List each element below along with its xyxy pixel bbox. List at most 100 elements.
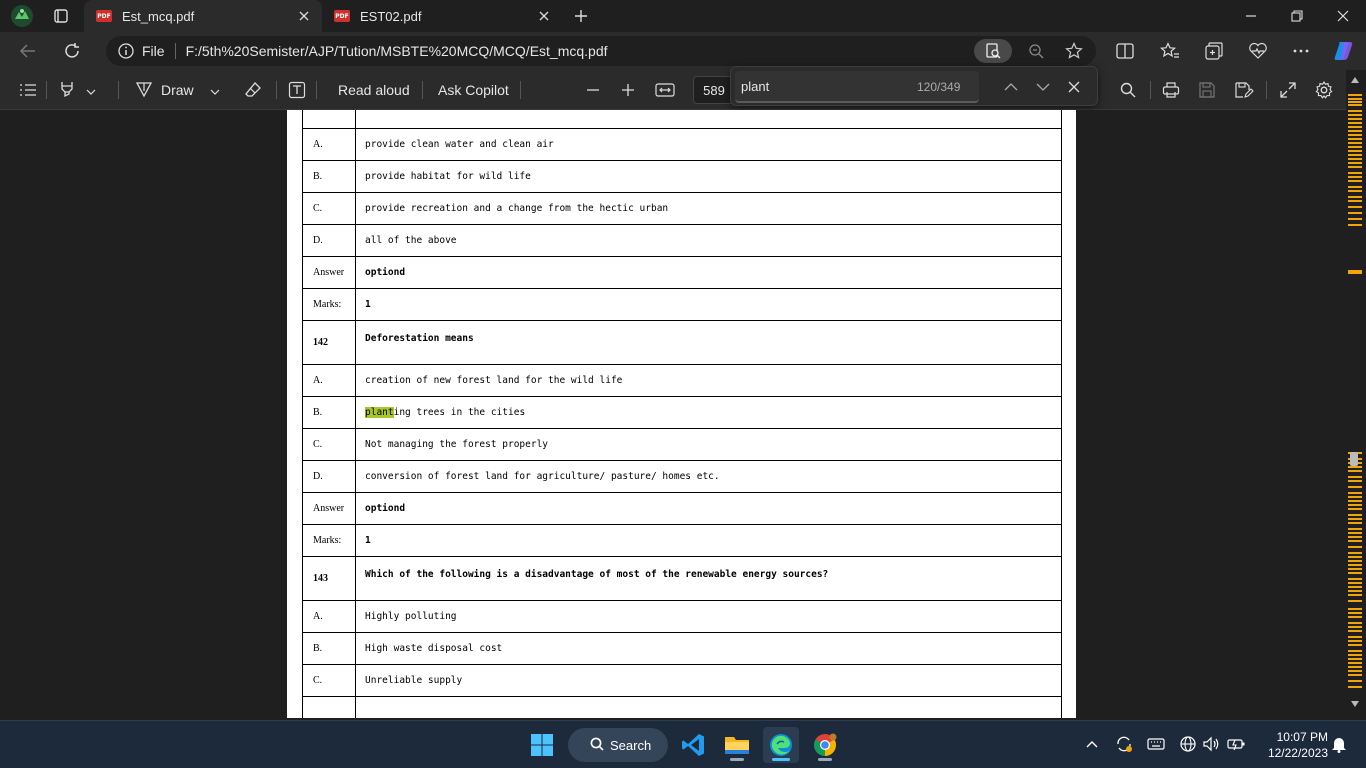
search-match-marker <box>1348 536 1362 538</box>
collections-icon[interactable] <box>1200 38 1228 64</box>
close-tab-icon[interactable] <box>536 8 552 24</box>
ask-copilot-button[interactable]: Ask Copilot <box>438 78 509 102</box>
network-globe-icon[interactable] <box>1177 733 1199 755</box>
search-match-marker <box>1348 680 1362 682</box>
keyboard-icon[interactable] <box>1145 733 1167 755</box>
divider <box>276 81 277 99</box>
title-bar: PDF Est_mcq.pdf PDF EST02.pdf <box>0 0 1366 32</box>
volume-icon[interactable] <box>1200 733 1222 755</box>
save-as-icon[interactable] <box>1234 78 1254 102</box>
draw-button[interactable]: Draw <box>135 78 220 102</box>
option-row <box>302 696 1062 718</box>
close-tab-icon[interactable] <box>296 8 312 24</box>
row-text: Not managing the forest properly <box>355 428 1062 461</box>
battery-icon[interactable] <box>1225 733 1247 755</box>
back-arrow-icon[interactable] <box>14 38 42 64</box>
fit-to-width-icon[interactable] <box>655 78 675 102</box>
search-match-marker <box>1348 594 1362 596</box>
zoom-icon[interactable] <box>1024 39 1048 63</box>
more-options-icon[interactable] <box>1287 38 1315 64</box>
show-hidden-icons-chevron-icon[interactable] <box>1081 733 1103 755</box>
system-clock[interactable]: 10:07 PM 12/22/2023 <box>1256 729 1328 761</box>
browser-essentials-icon[interactable] <box>1244 38 1272 64</box>
scroll-down-arrow-icon[interactable] <box>1349 698 1361 710</box>
scroll-up-arrow-icon[interactable] <box>1349 74 1361 86</box>
new-tab-icon[interactable] <box>570 5 592 27</box>
row-text: 1 <box>355 524 1062 557</box>
scrollbar-thumb[interactable] <box>1350 452 1358 466</box>
refresh-icon[interactable] <box>58 38 86 64</box>
search-icon[interactable] <box>1114 78 1142 102</box>
chevron-down-icon[interactable] <box>86 82 96 98</box>
eraser-icon[interactable] <box>244 78 262 102</box>
row-label: C. <box>302 192 356 225</box>
split-screen-icon[interactable] <box>1111 38 1139 64</box>
search-match-marker <box>1348 200 1362 202</box>
save-icon[interactable] <box>1198 78 1216 102</box>
search-match-marker <box>1348 480 1362 482</box>
tab-est-mcq[interactable]: PDF Est_mcq.pdf <box>84 0 322 32</box>
immersive-reader-icon[interactable] <box>974 39 1012 63</box>
read-aloud-button[interactable]: Read aloud <box>338 78 410 102</box>
row-label: 141 <box>302 110 356 129</box>
find-bar: plant 120/349 <box>730 66 1098 106</box>
search-match-marker <box>1348 504 1362 506</box>
search-match-marker <box>1348 666 1362 668</box>
profile-avatar-icon[interactable] <box>8 4 36 28</box>
search-match-marker <box>1348 500 1362 502</box>
chrome-icon[interactable] <box>807 727 843 763</box>
tab-label: Est_mcq.pdf <box>122 8 195 24</box>
next-match-icon[interactable] <box>1031 75 1055 99</box>
find-match-count: 120/349 <box>917 80 961 94</box>
chevron-down-icon[interactable] <box>210 82 220 98</box>
search-match-marker <box>1348 670 1362 672</box>
copilot-icon[interactable] <box>1330 38 1358 64</box>
search-match-marker <box>1348 522 1362 524</box>
minimize-icon[interactable] <box>1228 0 1274 32</box>
search-match-marker <box>1348 662 1362 664</box>
pdf-icon: PDF <box>334 10 350 22</box>
option-row: B. High waste disposal cost <box>302 632 1062 665</box>
tab-est02[interactable]: PDF EST02.pdf <box>322 0 562 32</box>
zoom-in-icon[interactable] <box>621 78 635 102</box>
search-match-marker <box>1348 150 1362 152</box>
marks-row: Marks: 1 <box>302 524 1062 557</box>
taskbar-search-label: Search <box>610 737 652 753</box>
file-scheme-label: File <box>142 43 165 59</box>
add-text-icon[interactable] <box>288 78 306 102</box>
search-match-marker <box>1348 600 1362 602</box>
pdf-viewport[interactable]: 141Forests are extremely important becau… <box>0 110 1346 718</box>
favorites-icon[interactable] <box>1156 38 1184 64</box>
taskbar-search-box[interactable]: Search <box>568 728 668 762</box>
favorite-star-icon[interactable] <box>1062 39 1086 63</box>
start-windows-icon[interactable] <box>524 727 560 763</box>
zoom-out-icon[interactable] <box>586 78 600 102</box>
search-match-marker <box>1348 114 1362 116</box>
search-match-marker <box>1348 206 1362 208</box>
search-match-marker <box>1348 134 1362 136</box>
address-bar[interactable]: File F:/5th%20Semister/AJP/Tution/MSBTE%… <box>106 36 1096 66</box>
print-icon[interactable] <box>1162 78 1180 102</box>
close-find-icon[interactable] <box>1062 75 1086 99</box>
search-match-marker <box>1348 180 1362 182</box>
info-icon[interactable] <box>118 43 134 59</box>
row-text: Which of the following is a disadvantage… <box>355 556 1062 601</box>
page-number-input[interactable]: 589 <box>693 76 735 104</box>
tab-actions-icon[interactable] <box>50 5 72 27</box>
fullscreen-icon[interactable] <box>1279 78 1297 102</box>
search-match-marker <box>1348 470 1362 472</box>
table-of-contents-icon[interactable] <box>16 78 40 102</box>
close-window-icon[interactable] <box>1320 0 1366 32</box>
search-match-marker <box>1348 466 1362 468</box>
vscode-icon[interactable] <box>675 727 711 763</box>
restore-icon[interactable] <box>1274 0 1320 32</box>
sync-status-icon[interactable] <box>1113 733 1135 755</box>
file-explorer-icon[interactable] <box>719 727 755 763</box>
row-text: provide habitat for wild life <box>355 160 1062 193</box>
settings-gear-icon[interactable] <box>1315 78 1333 102</box>
highlight-button[interactable] <box>58 78 96 102</box>
url-text[interactable]: F:/5th%20Semister/AJP/Tution/MSBTE%20MCQ… <box>186 43 1096 59</box>
previous-match-icon[interactable] <box>999 75 1023 99</box>
notification-bell-icon[interactable] <box>1328 733 1350 755</box>
edge-browser-icon[interactable] <box>763 727 799 763</box>
